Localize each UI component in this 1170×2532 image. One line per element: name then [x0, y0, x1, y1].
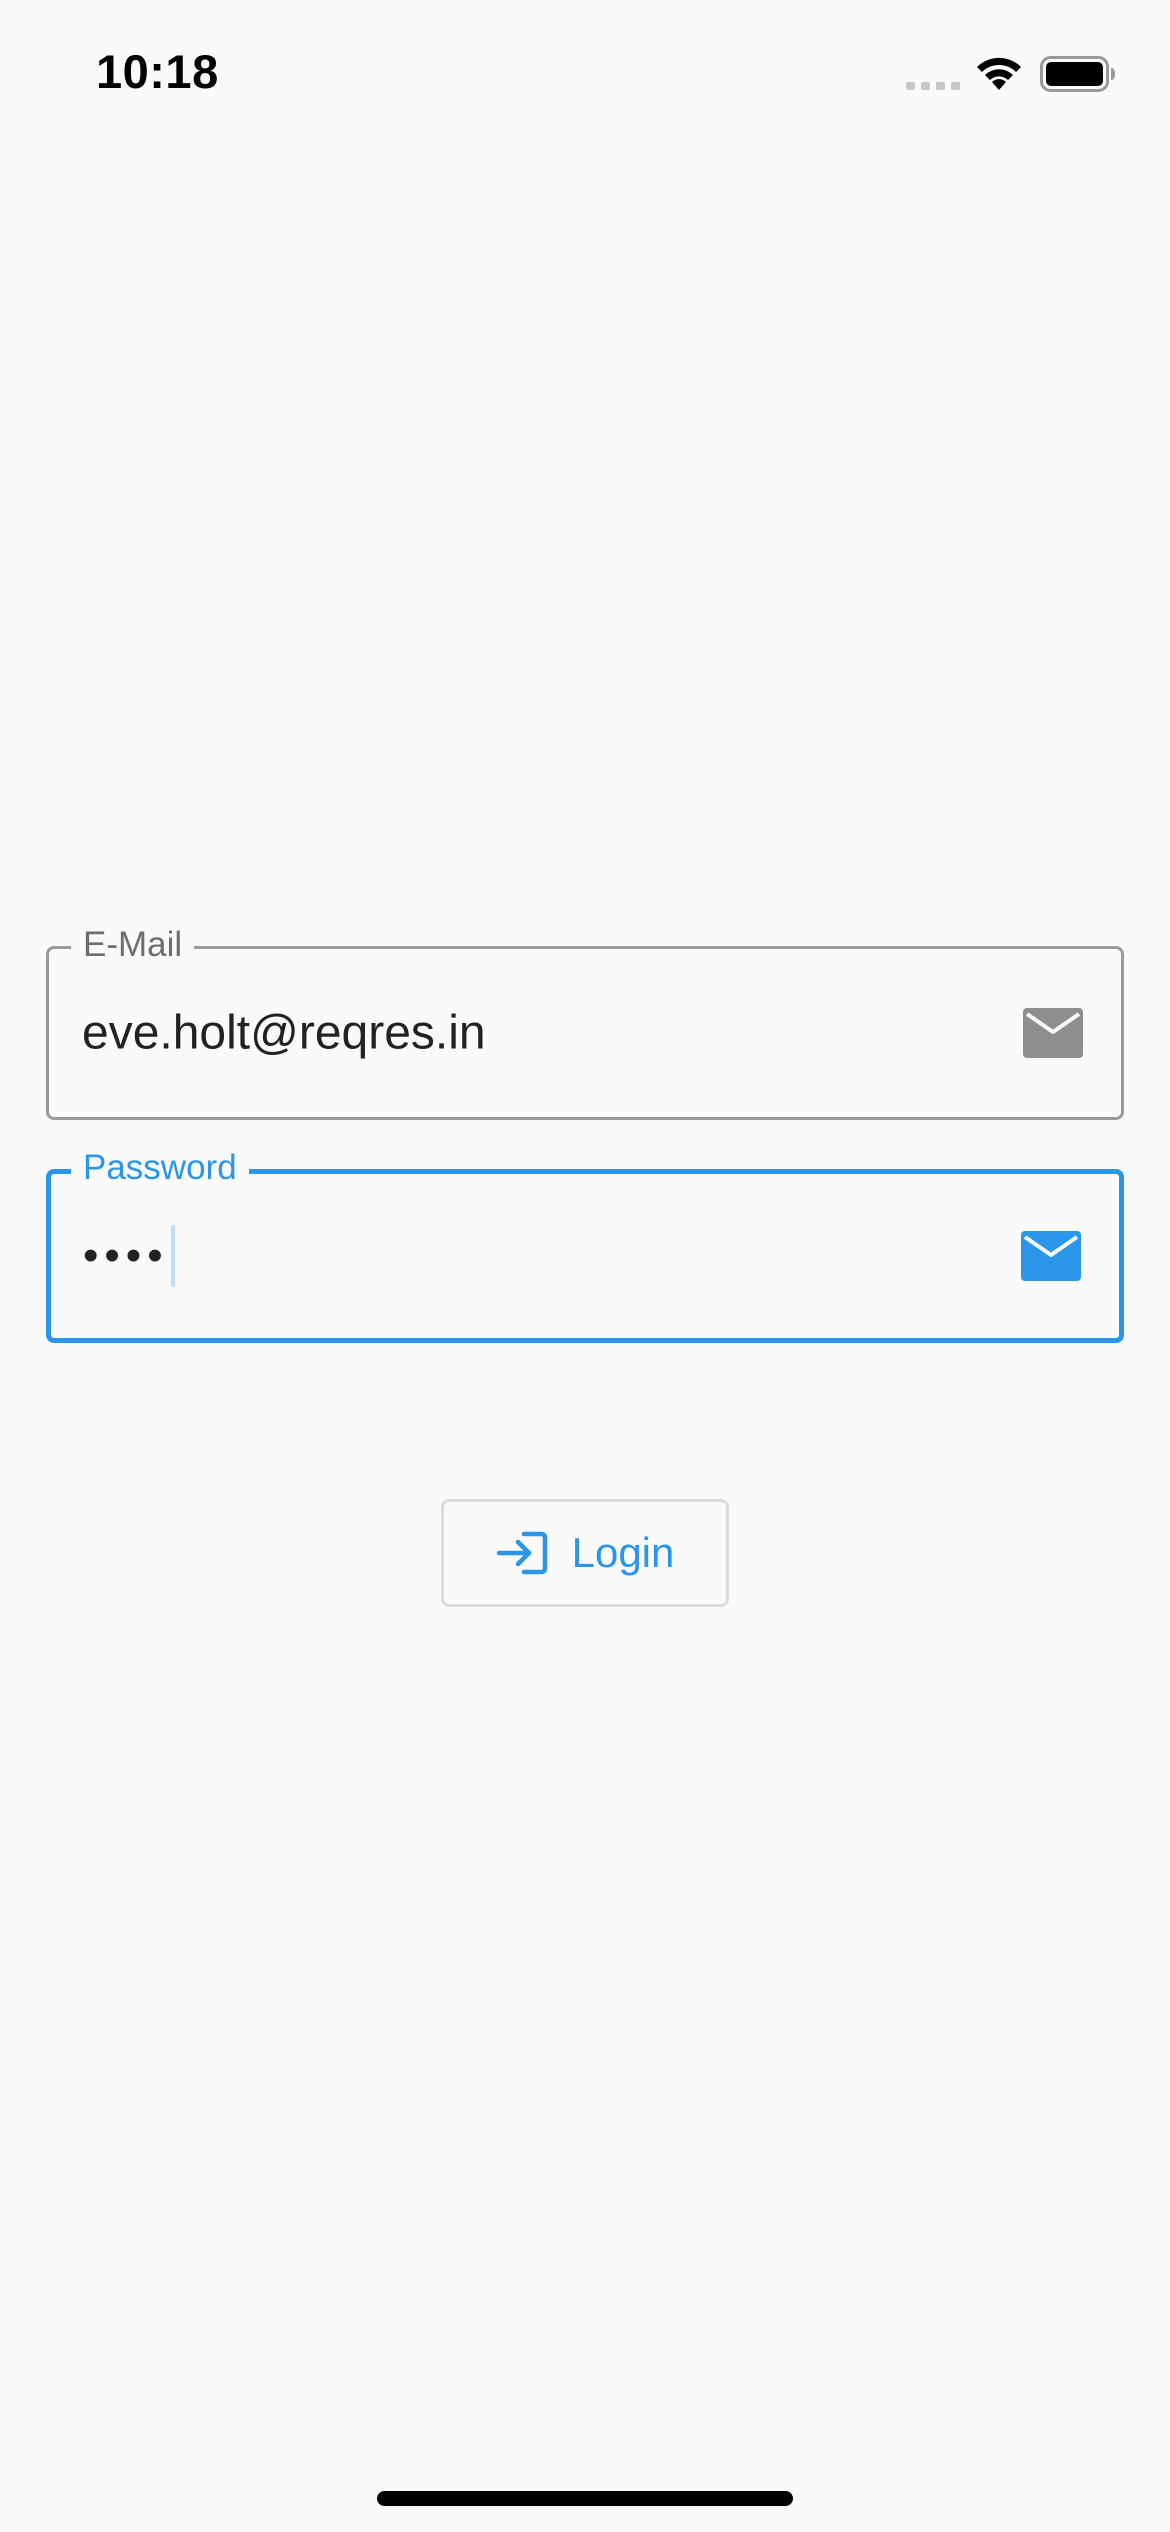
email-field-label: E-Mail — [71, 923, 195, 967]
login-icon — [496, 1531, 547, 1575]
login-button-label: Login — [571, 1529, 675, 1576]
password-masked-value: •••• — [83, 1231, 169, 1280]
wifi-icon — [977, 57, 1021, 90]
battery-icon — [1040, 56, 1115, 92]
password-field[interactable]: Password •••• — [46, 1146, 1124, 1343]
text-cursor — [170, 1225, 175, 1287]
email-field[interactable]: E-Mail eve.holt@reqres.in — [46, 923, 1124, 1120]
password-field-label: Password — [71, 1146, 249, 1190]
status-time: 10:18 — [96, 45, 219, 98]
login-button[interactable]: Login — [441, 1499, 729, 1607]
home-indicator[interactable] — [377, 2491, 793, 2506]
password-input[interactable]: •••• — [83, 1225, 175, 1287]
mail-icon — [1021, 1231, 1081, 1281]
mail-icon — [1023, 1008, 1083, 1058]
email-input[interactable]: eve.holt@reqres.in — [82, 1006, 486, 1061]
status-bar: 10:18 — [0, 0, 1170, 140]
cellular-signal-icon — [906, 82, 960, 90]
